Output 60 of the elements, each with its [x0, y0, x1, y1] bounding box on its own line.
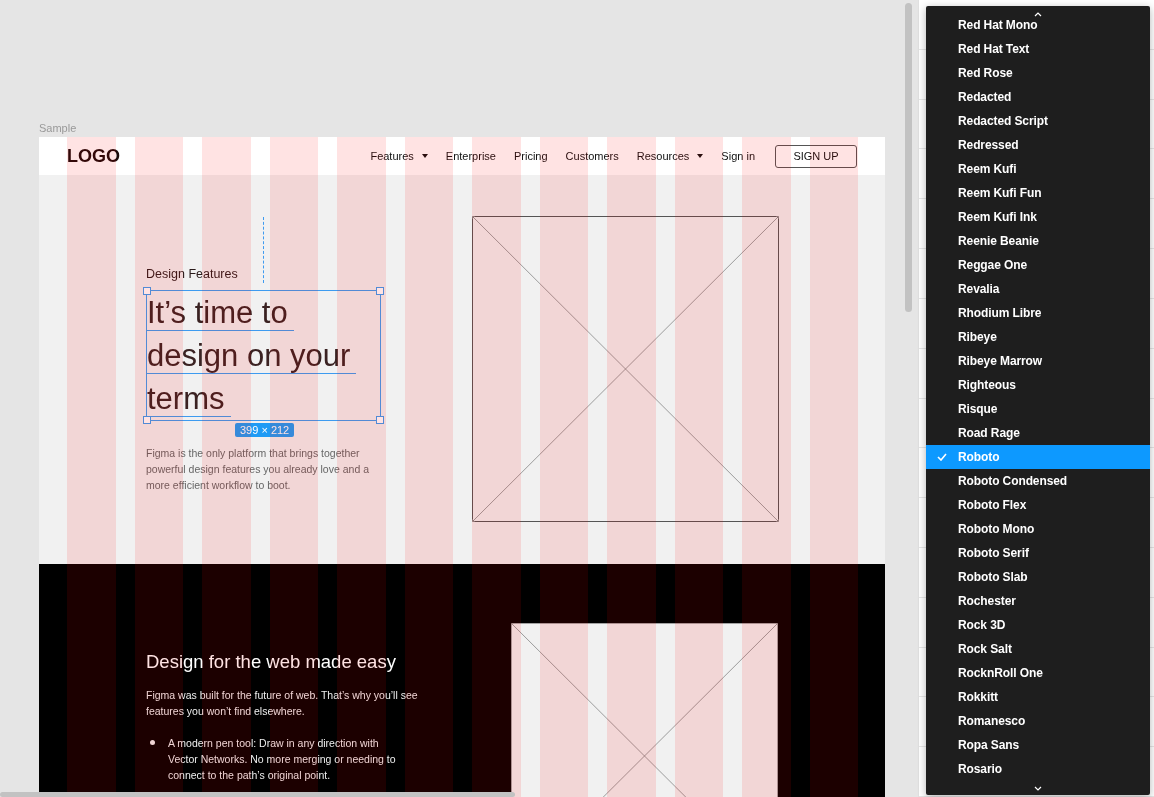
font-menu-item[interactable]: Red Hat Mono	[926, 13, 1150, 37]
font-menu-item[interactable]: Reem Kufi	[926, 157, 1150, 181]
resize-handle[interactable]	[143, 287, 151, 295]
font-menu-item[interactable]: Roboto Condensed	[926, 469, 1150, 493]
font-menu-item[interactable]: RocknRoll One	[926, 661, 1150, 685]
font-menu-item[interactable]: Reggae One	[926, 253, 1150, 277]
caret-icon	[421, 154, 428, 158]
signup-button[interactable]: SIGN UP	[775, 144, 857, 168]
font-menu-item[interactable]: Roboto Flex	[926, 493, 1150, 517]
horizontal-scrollbar[interactable]	[0, 792, 515, 797]
dimension-badge: 399 × 212	[235, 423, 295, 437]
scroll-down-icon[interactable]	[1033, 786, 1043, 792]
section-paragraph: Figma was built for the future of web. That’s why you’ll see features you won’t find elsewhere.	[146, 688, 419, 719]
font-menu-item[interactable]: Revalia	[926, 277, 1150, 301]
font-menu-item[interactable]: Righteous	[926, 373, 1150, 397]
font-menu-item[interactable]: Romanesco	[926, 709, 1150, 733]
font-menu-item[interactable]: Rokkitt	[926, 685, 1150, 709]
font-menu-item[interactable]: Rock 3D	[926, 613, 1150, 637]
bullet-item: A modern pen tool: Draw in any direction with Vector Networks. No more merging or needing to connect to the path’s original point.	[168, 736, 397, 783]
nav-link[interactable]: Sign in	[721, 150, 755, 162]
vertical-scrollbar[interactable]	[905, 3, 912, 312]
font-menu-item[interactable]: Ribeye	[926, 325, 1150, 349]
font-menu-item[interactable]: Red Hat Text	[926, 37, 1150, 61]
nav-link[interactable]: Pricing	[513, 150, 548, 162]
eyebrow-text: Design Features	[146, 267, 239, 281]
section-heading: Design for the web made easy	[146, 651, 397, 673]
font-menu-item[interactable]: Red Rose	[926, 61, 1150, 85]
font-menu-item[interactable]: Roboto Slab	[926, 565, 1150, 589]
font-menu-item[interactable]: Rock Salt	[926, 637, 1150, 661]
heading-line: It’s time to	[147, 291, 380, 334]
font-menu-item[interactable]: Reenie Beanie	[926, 229, 1150, 253]
font-menu-item[interactable]: Redressed	[926, 133, 1150, 157]
font-menu-item[interactable]: Rochester	[926, 589, 1150, 613]
font-menu-item[interactable]: Reem Kufi Fun	[926, 181, 1150, 205]
font-menu-item[interactable]: Ropa Sans	[926, 733, 1150, 757]
nav-link[interactable]: Features	[370, 150, 428, 162]
font-menu-item[interactable]: Risque	[926, 397, 1150, 421]
nav-link[interactable]: Enterprise	[445, 150, 496, 162]
logo[interactable]: LOGO	[67, 145, 120, 167]
scroll-up-icon[interactable]	[1033, 11, 1043, 17]
font-menu-item[interactable]: Redacted Script	[926, 109, 1150, 133]
font-menu-item[interactable]: Roboto Mono	[926, 517, 1150, 541]
bullet-dot-icon	[150, 740, 155, 745]
font-menu-item[interactable]: Ribeye Marrow	[926, 349, 1150, 373]
font-menu-item[interactable]: Reem Kufi Ink	[926, 205, 1150, 229]
heading-line: design on your	[147, 334, 380, 377]
font-menu-item[interactable]: Roboto Serif	[926, 541, 1150, 565]
nav-link[interactable]: Resources	[636, 150, 704, 162]
spacing-guide-line	[263, 217, 264, 283]
resize-handle[interactable]	[376, 287, 384, 295]
font-menu-item[interactable]: Rhodium Libre	[926, 301, 1150, 325]
resize-handle[interactable]	[143, 416, 151, 424]
font-menu-item[interactable]: Redacted	[926, 85, 1150, 109]
hero-paragraph: Figma is the only platform that brings together powerful design features you already love and a more efficient workflow to boot.	[146, 446, 370, 493]
nav-link[interactable]: Customers	[565, 150, 619, 162]
checkmark-icon	[937, 453, 947, 461]
font-menu-item[interactable]: Road Rage	[926, 421, 1150, 445]
font-menu-item[interactable]: Rosario	[926, 757, 1150, 781]
caret-icon	[697, 154, 704, 158]
resize-handle[interactable]	[376, 416, 384, 424]
